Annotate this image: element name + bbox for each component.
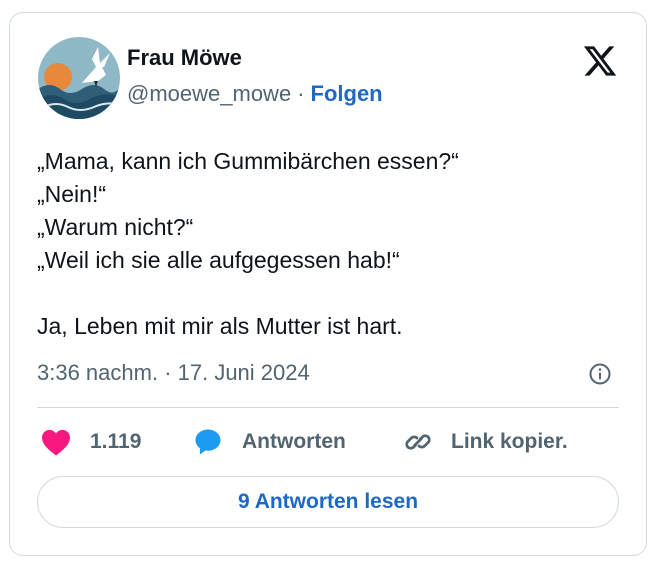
copy-link-label: Link kopier. — [451, 430, 568, 453]
divider — [37, 407, 619, 408]
avatar-image — [38, 37, 120, 119]
info-icon[interactable] — [588, 362, 612, 386]
heart-icon — [42, 429, 70, 456]
like-button[interactable]: 1.119 — [40, 427, 141, 457]
read-replies-button[interactable]: 9 Antworten lesen — [37, 476, 619, 528]
tweet-line: Ja, Leben mit mir als Mutter ist hart. — [37, 313, 403, 339]
link-icon — [405, 434, 431, 450]
reply-button[interactable]: Antworten — [192, 427, 346, 457]
tweet-line: „Mama, kann ich Gummibärchen essen?“ — [37, 148, 459, 174]
avatar[interactable] — [38, 37, 120, 119]
follow-button[interactable]: Folgen — [311, 81, 383, 106]
author-handle[interactable]: @moewe_mowe — [127, 81, 291, 106]
copy-link-button[interactable]: Link kopier. — [403, 427, 568, 457]
author-name[interactable]: Frau Möwe — [127, 45, 242, 71]
tweet-timestamp[interactable]: 3:36 nachm. · 17. Juni 2024 — [37, 360, 310, 386]
tweet-line: „Weil ich sie alle aufgegessen hab!“ — [37, 247, 400, 273]
reply-label: Antworten — [242, 430, 346, 453]
x-logo-icon[interactable] — [582, 43, 618, 79]
tweet-embed-card: Frau Möwe @moewe_mowe · Folgen „Mama, kann… — [9, 12, 647, 556]
speech-bubble-icon — [195, 429, 221, 455]
separator-dot: · — [297, 81, 305, 106]
tweet-line: „Nein!“ — [37, 181, 107, 207]
like-count: 1.119 — [90, 430, 142, 453]
tweet-line: „Warum nicht?“ — [37, 214, 194, 240]
tweet-text: „Mama, kann ich Gummibärchen essen?“ „Ne… — [37, 145, 627, 343]
author-handle-row: @moewe_mowe · Folgen — [127, 81, 383, 107]
